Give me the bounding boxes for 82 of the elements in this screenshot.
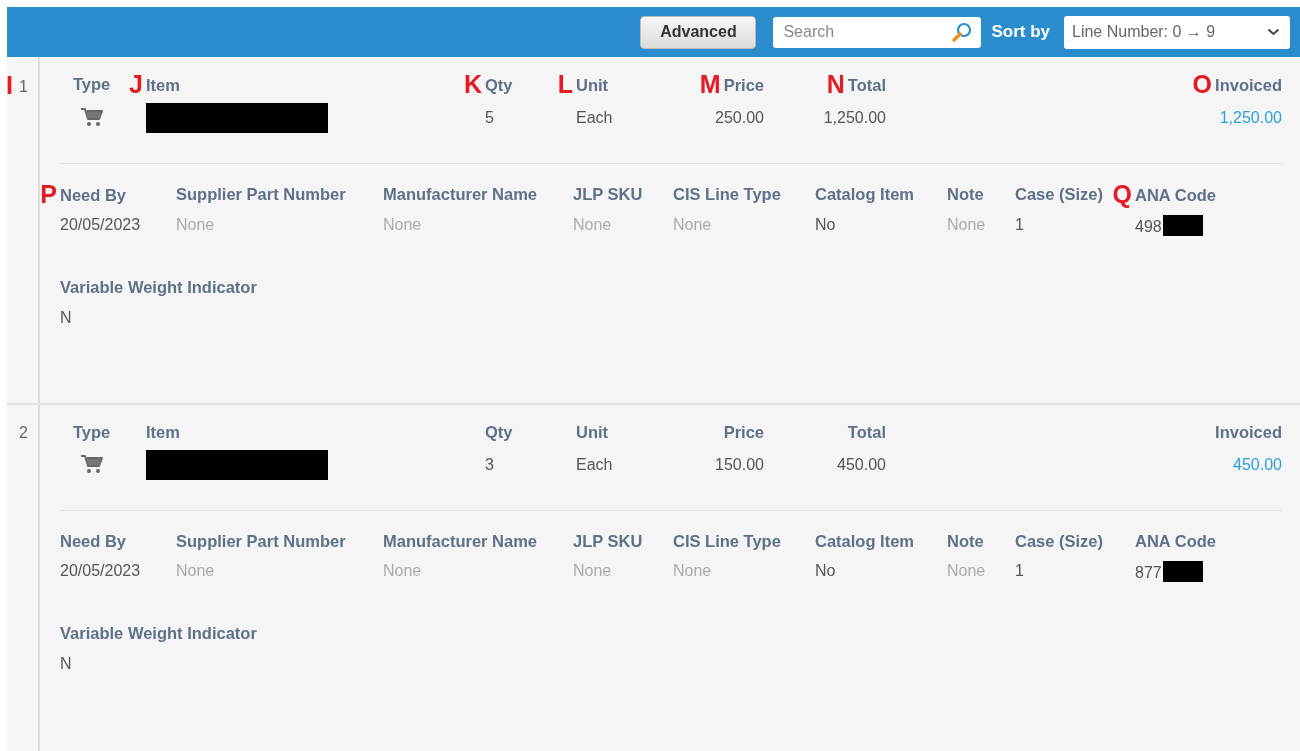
field-value: Each [575, 108, 613, 128]
line-number: 2 [19, 424, 28, 441]
column-label: Invoiced [1215, 422, 1282, 442]
field-value: 1 [1015, 561, 1024, 581]
annotation-marker: J [128, 74, 143, 94]
field-label: Manufacturer Name [383, 531, 538, 551]
field-label: Need By [60, 185, 127, 205]
line-number: 1 [19, 78, 28, 95]
annotation-marker: K [462, 74, 482, 94]
field-value: N [60, 308, 72, 328]
field-label: Supplier Part Number [176, 531, 346, 551]
field-value: None [176, 215, 215, 235]
column-label: Price [723, 422, 764, 442]
field-value: None [673, 561, 712, 581]
column-label: Item [146, 75, 180, 95]
shopping-cart-icon [80, 107, 104, 127]
field-label: Variable Weight Indicator [60, 623, 257, 643]
field-value: 250.00 [715, 108, 764, 128]
column-label: Type [73, 422, 111, 442]
field-value: 450.00 [837, 455, 886, 475]
field-label: Note [947, 531, 984, 551]
column-label: Price [723, 75, 764, 95]
field-value: 5 [484, 108, 494, 128]
field-value: None [947, 561, 986, 581]
field-value: None [947, 215, 986, 235]
field-label: Case (Size) [1015, 184, 1104, 204]
field-label: Case (Size) [1015, 531, 1104, 551]
field-label: Catalog Item [815, 184, 915, 204]
field-label: Variable Weight Indicator [60, 277, 257, 297]
column-label: Total [847, 422, 886, 442]
field-value: None [573, 215, 612, 235]
field-value: No [815, 215, 836, 235]
field-label: Note [947, 184, 984, 204]
field-label: Need By [60, 531, 127, 551]
field-value: None [176, 561, 215, 581]
field-label: ANA Code [1135, 531, 1216, 551]
column-label: Qty [485, 75, 513, 95]
field-value: 150.00 [715, 455, 764, 475]
field-value: 3 [484, 455, 494, 475]
chevron-down-icon [1267, 28, 1280, 36]
redaction-bar [1162, 215, 1203, 236]
field-value: N [60, 654, 72, 674]
sort-label: Sort by [991, 22, 1050, 42]
field-value: 498 [1135, 218, 1162, 235]
field-label: ANA Code [1135, 185, 1216, 205]
field-label: Manufacturer Name [383, 184, 538, 204]
sort-dropdown[interactable]: Line Number: 0 → 9 [1064, 15, 1290, 49]
annotation-marker: M [698, 74, 721, 94]
field-value: None [383, 561, 422, 581]
field-label: CIS Line Type [673, 531, 781, 551]
column-label: Item [146, 422, 180, 442]
field-value: 1 [1015, 215, 1024, 235]
field-value: Each [575, 455, 613, 475]
annotation-marker: I [6, 75, 14, 95]
column-label: Unit [576, 422, 609, 442]
annotation-marker: P [39, 184, 57, 204]
advanced-button[interactable]: Advanced [640, 15, 757, 49]
shopping-cart-icon [80, 454, 104, 474]
field-label: JLP SKU [573, 184, 643, 204]
column-label: Qty [485, 422, 513, 442]
field-label: Catalog Item [815, 531, 915, 551]
search-icon [951, 20, 974, 43]
field-label: JLP SKU [573, 531, 643, 551]
column-label: Invoiced [1215, 75, 1282, 95]
field-value: No [815, 561, 836, 581]
field-value: None [573, 561, 612, 581]
redaction-bar [1162, 561, 1203, 582]
column-label: Type [73, 74, 111, 94]
field-label: CIS Line Type [673, 184, 781, 204]
annotation-marker: L [556, 74, 573, 94]
field-value: 20/05/2023 [60, 215, 141, 235]
field-value: 20/05/2023 [60, 561, 141, 581]
field-value: 1,250.00 [823, 108, 886, 128]
field-label: Supplier Part Number [176, 184, 346, 204]
field-value: None [383, 215, 422, 235]
column-label: Unit [576, 75, 609, 95]
search-field[interactable]: Search [773, 16, 982, 48]
annotation-marker: O [1191, 74, 1213, 94]
field-value: 877 [1135, 564, 1162, 581]
column-label: Total [847, 75, 886, 95]
field-value: None [673, 215, 712, 235]
annotation-marker: N [825, 74, 845, 94]
